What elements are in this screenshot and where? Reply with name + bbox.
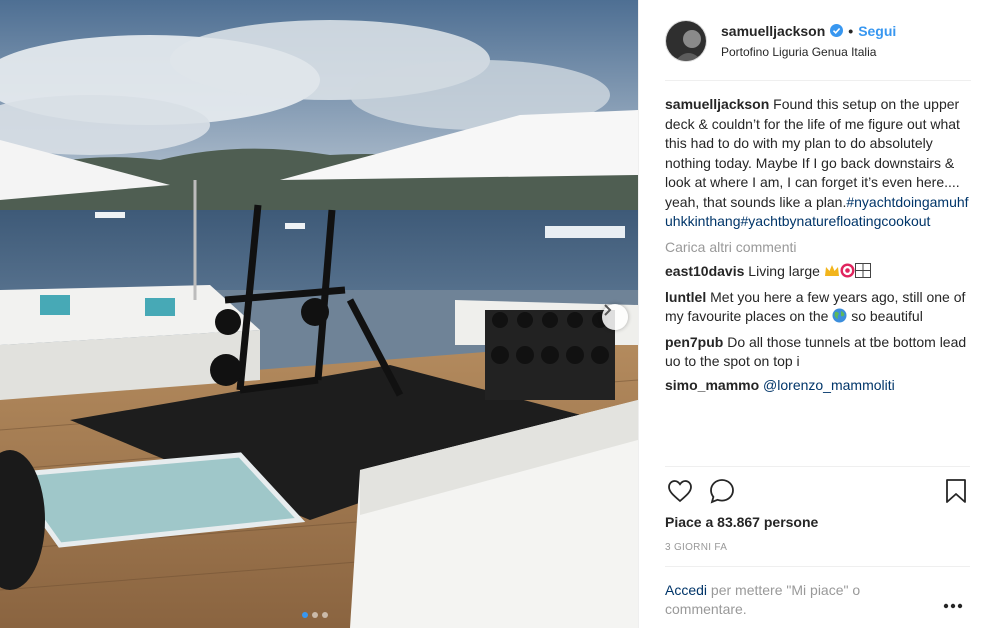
login-link[interactable]: Accedi (665, 582, 707, 598)
crown-emoji-icon (824, 264, 840, 284)
more-options-icon (943, 603, 963, 609)
carousel-dot (312, 612, 318, 618)
avatar[interactable] (665, 19, 707, 62)
carousel-dot (322, 612, 328, 618)
grid-symbol-icon (854, 263, 871, 284)
carousel-dot (302, 612, 308, 618)
login-prompt: Accedi per mettere "Mi piace" o commenta… (665, 581, 925, 619)
post-caption: samuelljackson Found this setup on the u… (665, 95, 971, 232)
next-slide-button[interactable] (602, 304, 628, 330)
load-more-comments-button[interactable]: Carica altri commenti (665, 238, 971, 258)
like-button[interactable] (665, 476, 695, 506)
carousel-indicator (302, 612, 328, 618)
comment-item: pen7pub Do all those tunnels at tbe bott… (665, 333, 971, 372)
caption-username[interactable]: samuelljackson (665, 96, 769, 112)
target-emoji-icon (840, 263, 855, 284)
post-photo[interactable] (0, 0, 638, 628)
post-timestamp[interactable]: 3 GIORNI FA (665, 542, 727, 553)
location-link[interactable]: Portofino Liguria Genua Italia (721, 45, 896, 59)
comment-username[interactable]: pen7pub (665, 334, 723, 350)
post-header: samuelljackson • Segui Portofino Liguria… (639, 0, 1000, 81)
comment-icon (710, 479, 734, 504)
caption-text: Found this setup on the upper deck & cou… (665, 96, 960, 210)
heart-icon (668, 480, 692, 503)
comment-item: simo_mammo @lorenzo_mammoliti (665, 376, 971, 396)
more-options-button[interactable] (940, 596, 966, 616)
yacht-deck-image (0, 0, 638, 628)
login-divider (665, 566, 970, 567)
chevron-right-icon (604, 304, 612, 316)
bookmark-icon (946, 479, 966, 503)
header-divider (665, 80, 971, 81)
actions-divider (665, 466, 970, 467)
save-button[interactable] (941, 476, 971, 506)
post-side-panel: samuelljackson • Segui Portofino Liguria… (638, 0, 1000, 628)
comment-username[interactable]: luntlel (665, 289, 706, 305)
follow-button[interactable]: Segui (858, 23, 896, 39)
comment-mention[interactable]: @lorenzo_mammoliti (763, 377, 895, 393)
comments-list[interactable]: samuelljackson Found this setup on the u… (665, 95, 971, 460)
likes-count[interactable]: Piace a 83.867 persone (665, 514, 818, 530)
comment-text: Living large (748, 263, 820, 279)
verified-badge-icon (830, 24, 844, 37)
comment-item: east10davis Living large (665, 262, 971, 284)
header-separator: • (848, 22, 854, 39)
instagram-post: samuelljackson • Segui Portofino Liguria… (0, 0, 1000, 628)
comment-username[interactable]: east10davis (665, 263, 744, 279)
post-actions (665, 476, 971, 506)
comment-username[interactable]: simo_mammo (665, 377, 759, 393)
avatar-image (666, 20, 706, 61)
comment-button[interactable] (707, 476, 737, 506)
comment-text-continued: so beautiful (851, 308, 923, 324)
username-link[interactable]: samuelljackson (721, 23, 825, 39)
globe-emoji-icon (832, 308, 847, 329)
comment-item: luntlel Met you here a few years ago, st… (665, 288, 971, 329)
